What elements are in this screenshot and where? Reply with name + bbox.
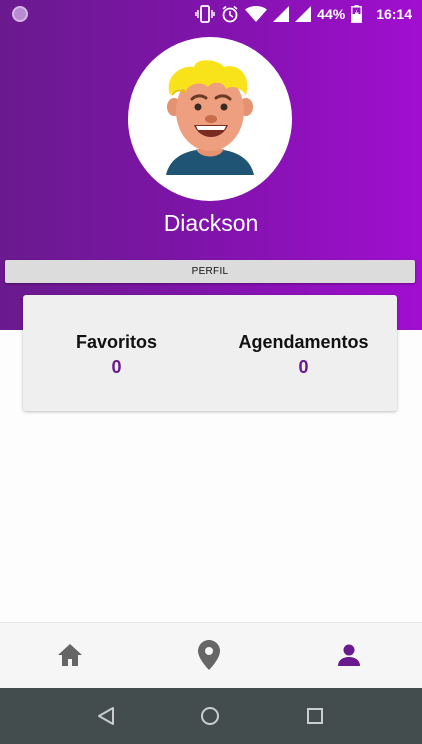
wifi-icon [245, 6, 268, 22]
home-icon [58, 644, 82, 666]
appointments-stat[interactable]: Agendamentos 0 [210, 332, 397, 378]
system-home-button[interactable] [198, 704, 222, 728]
alarm-icon [222, 5, 238, 23]
nav-map[interactable] [189, 635, 229, 675]
avatar[interactable] [128, 37, 292, 201]
appointments-label: Agendamentos [238, 332, 369, 352]
appointments-count: 0 [298, 357, 309, 377]
favorites-count: 0 [111, 357, 122, 377]
nav-home[interactable] [50, 635, 90, 675]
person-icon [338, 644, 360, 666]
favorites-stat[interactable]: Favoritos 0 [23, 332, 210, 378]
recents-icon [307, 708, 323, 724]
system-back-button[interactable] [94, 704, 118, 728]
avatar-icon [166, 60, 254, 175]
nav-profile[interactable] [329, 635, 369, 675]
clock: 16:14 [376, 6, 412, 22]
profile-name: Diackson [163, 210, 259, 236]
app-indicator-icon [12, 6, 28, 22]
favorites-label: Favoritos [75, 332, 158, 352]
status-bar: 44% 16:14 [0, 0, 422, 28]
map-pin-icon [198, 640, 220, 670]
signal-icon [295, 6, 312, 22]
back-icon [98, 707, 114, 725]
battery-percent: 44% [317, 6, 346, 22]
battery-charging-icon [351, 5, 363, 23]
bottom-navigation [0, 622, 422, 688]
home-circle-icon [201, 707, 219, 725]
system-navigation-bar [0, 688, 422, 744]
signal-icon [273, 6, 290, 22]
vibrate-icon [195, 5, 215, 23]
system-recents-button[interactable] [303, 704, 327, 728]
stats-card: Favoritos 0 Agendamentos 0 [23, 295, 397, 411]
perfil-button[interactable]: PERFIL [5, 260, 415, 283]
